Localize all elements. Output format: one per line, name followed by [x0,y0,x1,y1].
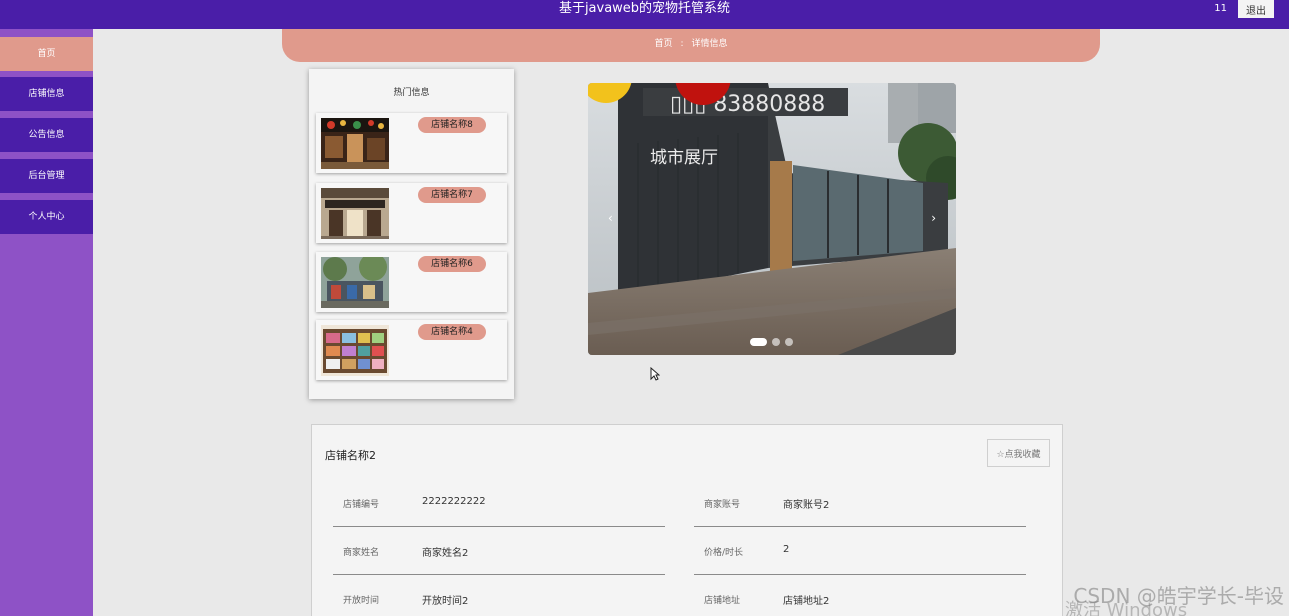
field-label: 店铺地址 [704,596,741,606]
field-value: 2222222222 [422,496,486,507]
hot-info-title: 热门信息 [393,88,430,98]
sidebar: 首页 店铺信息 公告信息 后台管理 个人中心 [0,29,93,616]
carousel-next-arrow-icon[interactable]: › [931,211,936,225]
hot-item-thumbnail[interactable] [321,325,389,376]
favorite-button[interactable]: ☆点我收藏 [987,439,1050,467]
detail-field-row: 商家账号 商家账号2 [694,478,1026,527]
top-bar: 基于javaweb的宠物托管系统 11 退出 [0,0,1289,29]
detail-field-row: 店铺编号 2222222222 [333,478,665,527]
carousel-sign-city: 城市展厅 [650,148,718,168]
carousel-dot[interactable] [772,338,780,346]
field-label: 店铺编号 [343,500,380,510]
app-title: 基于javaweb的宠物托管系统 [558,1,731,16]
sidebar-item-home[interactable]: 首页 [0,37,93,71]
hot-info-panel: 热门信息 店铺名称8 店铺名称7 店铺名称6 店铺名称4 [309,69,514,399]
shop-detail-card: 店铺名称2 ☆点我收藏 店铺编号 2222222222 商家账号 商家账号2 商… [311,424,1063,616]
field-value: 开放时间2 [422,596,469,607]
carousel-prev-arrow-icon[interactable]: ‹ [608,211,613,225]
hot-item[interactable]: 店铺名称8 [316,113,507,173]
hot-item-name[interactable]: 店铺名称6 [418,256,486,272]
breadcrumb-current: 详情信息 [691,39,728,49]
hot-item-thumbnail[interactable] [321,257,389,308]
image-carousel[interactable]: ▯▯▯ 83880888 城市展厅 ‹ › [588,83,956,355]
hot-item-name[interactable]: 店铺名称4 [418,324,486,340]
hot-item-thumbnail[interactable] [321,118,389,169]
field-label: 商家账号 [704,500,741,510]
sidebar-item-shop-info[interactable]: 店铺信息 [0,77,93,111]
logout-button[interactable]: 退出 [1238,0,1274,18]
shop-name-title: 店铺名称2 [325,449,376,462]
hot-item[interactable]: 店铺名称7 [316,183,507,243]
field-label: 价格/时长 [704,548,744,558]
breadcrumb: 首页: 详情信息 [282,29,1100,62]
mouse-cursor-icon [650,367,660,381]
username: 11 [1214,3,1227,14]
field-value: 店铺地址2 [783,596,830,607]
csdn-watermark: CSDN @皓宇学长-毕设 [1073,584,1284,608]
field-value: 商家账号2 [783,500,830,511]
field-value: 2 [783,544,790,555]
hot-item-name[interactable]: 店铺名称8 [418,117,486,133]
field-label: 商家姓名 [343,548,380,558]
sidebar-item-notices[interactable]: 公告信息 [0,118,93,152]
detail-field-row: 开放时间 开放时间2 [333,574,665,616]
hot-item[interactable]: 店铺名称6 [316,252,507,312]
detail-field-row: 价格/时长 2 [694,526,1026,575]
field-label: 开放时间 [343,596,380,606]
hot-item[interactable]: 店铺名称4 [316,320,507,380]
hot-item-name[interactable]: 店铺名称7 [418,187,486,203]
detail-field-row: 店铺地址 店铺地址2 [694,574,1026,616]
detail-field-row: 商家姓名 商家姓名2 [333,526,665,575]
sidebar-item-profile[interactable]: 个人中心 [0,200,93,234]
carousel-dot[interactable] [785,338,793,346]
field-value: 商家姓名2 [422,548,469,559]
carousel-dot-active[interactable] [750,338,767,346]
sidebar-item-admin[interactable]: 后台管理 [0,159,93,193]
breadcrumb-separator: : [680,39,684,49]
hot-item-thumbnail[interactable] [321,188,389,239]
carousel-slide-image: ▯▯▯ 83880888 城市展厅 [588,83,956,355]
breadcrumb-home[interactable]: 首页 [654,39,672,49]
